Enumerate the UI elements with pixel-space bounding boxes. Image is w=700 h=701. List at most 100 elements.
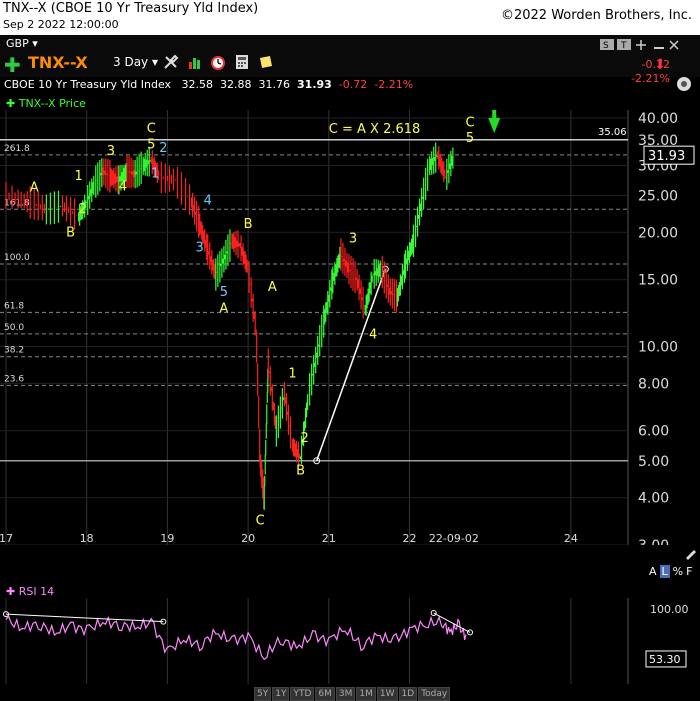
quote-line: CBOE 10 Yr Treasury Yld Index 32.58 32.8… — [4, 78, 413, 91]
range-5y[interactable]: 5Y — [254, 687, 272, 701]
range-today[interactable]: Today — [418, 687, 451, 701]
scale-button-pct[interactable]: % — [673, 565, 683, 578]
y-tick-label: 20.00 — [638, 225, 678, 241]
rsi-last-label: 53.30 — [649, 653, 681, 666]
window-controls: S T — [600, 39, 679, 51]
quote-last: 31.93 — [297, 78, 332, 91]
wave-label: 5 — [466, 131, 474, 146]
quote-low: 31.76 — [258, 78, 291, 91]
wave-label: B — [66, 225, 75, 240]
y-tick-label: 10.00 — [638, 340, 678, 356]
rsi-y-tick-label: 100.00 — [650, 603, 689, 616]
pencil-icon[interactable] — [684, 546, 698, 560]
move-icon[interactable] — [636, 40, 646, 50]
y-tick-label: 3.00 — [638, 538, 669, 545]
y-tick-label: 5.00 — [638, 454, 669, 470]
note-icon[interactable] — [258, 54, 274, 70]
plus-icon[interactable]: ✚ — [4, 53, 21, 77]
y-tick-label: 8.00 — [638, 376, 669, 392]
quote-high: 32.88 — [220, 78, 252, 91]
y-tick-label: 4.00 — [638, 491, 669, 507]
price-legend: ✚ TNX--X Price — [6, 97, 86, 110]
title-bar: TNX--X (CBOE 10 Yr Treasury Yld Index) S… — [0, 0, 700, 35]
wave-label: C — [256, 513, 265, 528]
fib-level-label: 61.8 — [4, 301, 24, 311]
x-tick-label: 22-09-02 — [429, 532, 479, 545]
wave-label: 4 — [204, 193, 212, 208]
symbol-label[interactable]: TNX--X — [28, 53, 88, 72]
scale-button-f[interactable]: F — [686, 565, 692, 578]
side-change-pct: -2.21% — [631, 72, 670, 85]
bar-chart-icon[interactable] — [187, 54, 203, 70]
y-tick-label: 25.00 — [638, 189, 678, 205]
tools-icon[interactable] — [163, 54, 179, 70]
wave-label: A — [268, 280, 277, 295]
x-tick-label: 22 — [403, 532, 417, 545]
wave-label: 3 — [349, 231, 357, 246]
chart-title: TNX--X (CBOE 10 Yr Treasury Yld Index) — [3, 1, 259, 16]
range-buttons: 5Y 1Y YTD 6M 3M 1M 1W 1D Today — [254, 687, 451, 701]
x-tick-label: 24 — [564, 532, 578, 545]
wave-label: 1 — [74, 169, 82, 184]
wave-label: A — [219, 301, 228, 316]
currency-select[interactable]: GBP ▾ — [6, 37, 38, 50]
wave-label: B — [296, 464, 305, 479]
range-ytd[interactable]: YTD — [290, 687, 315, 701]
copyright: ©2022 Worden Brothers, Inc. — [500, 8, 692, 23]
quote-open: 32.58 — [181, 78, 214, 91]
quote-change-pct: -2.21% — [374, 78, 414, 91]
rsi-chart[interactable]: 100.00 53.30 — [0, 598, 700, 684]
wave-label: 2 — [300, 431, 308, 446]
wave-label: 1 — [151, 166, 159, 181]
x-tick-label: 18 — [80, 532, 94, 545]
svg-text:T: T — [620, 41, 627, 51]
quote-change: -0.72 — [338, 78, 368, 91]
green-arrow-shaft — [492, 110, 497, 119]
wave-label: 2 — [79, 202, 87, 217]
x-tick-label: 19 — [160, 532, 174, 545]
fib-level-label: 261.8 — [4, 144, 30, 154]
toolbar — [0, 35, 700, 77]
wave-label: B — [244, 217, 253, 232]
fib-level-label: 38.2 — [4, 346, 24, 356]
wave-label: A — [30, 181, 39, 196]
x-tick-label: 20 — [241, 532, 255, 545]
range-1w[interactable]: 1W — [376, 687, 398, 701]
y-tick-label: 6.00 — [638, 424, 669, 440]
fib-level-label: 23.6 — [4, 374, 24, 384]
last-price-label: 31.93 — [648, 149, 685, 164]
quote-name: CBOE 10 Yr Treasury Yld Index — [4, 78, 172, 91]
range-1d[interactable]: 1D — [398, 687, 418, 701]
range-1y[interactable]: 1Y — [272, 687, 290, 701]
calculator-icon[interactable] — [234, 54, 250, 70]
rsi-plot-area — [0, 598, 628, 684]
price-chart[interactable]: 17 18 19 20 21 22 22-09-02 2440.0035.0030.0025.… — [0, 110, 700, 545]
range-1m[interactable]: 1M — [356, 687, 376, 701]
chart-date: Sep 2 2022 12:00:00 — [3, 18, 119, 31]
refresh-icon[interactable] — [676, 76, 692, 92]
wave-label: 4 — [119, 179, 127, 194]
scale-button-l[interactable]: L — [659, 565, 670, 578]
scale-buttons: A L% F — [649, 565, 695, 578]
fib-level-label: 100.0 — [4, 253, 30, 263]
y-tick-label: 40.00 — [638, 111, 678, 127]
alarm-clock-icon[interactable] — [210, 54, 226, 70]
period-select[interactable]: 3 Day ▾ — [113, 55, 158, 69]
wave-label: C — [465, 115, 474, 130]
scale-button-a[interactable]: A — [649, 565, 657, 578]
wave-label: C — [147, 122, 156, 137]
wave-ratio-annotation: C = A X 2.618 — [329, 122, 421, 137]
wave-label: 3 — [196, 241, 204, 256]
x-tick-label: 21 — [322, 532, 336, 545]
y-tick-label: 15.00 — [638, 273, 678, 289]
range-3m[interactable]: 3M — [335, 687, 356, 701]
svg-text:S: S — [603, 41, 609, 51]
range-6m[interactable]: 6M — [315, 687, 335, 701]
fib-level-label: 50.0 — [4, 323, 24, 333]
close-icon[interactable] — [669, 40, 679, 50]
wave-label: 5 — [147, 137, 155, 152]
target-line-label: 35.06 — [598, 127, 627, 138]
wave-label: 5 — [220, 285, 228, 300]
x-tick-label: 17 — [0, 532, 13, 545]
rsi-legend: ✚ RSI 14 — [6, 585, 55, 598]
